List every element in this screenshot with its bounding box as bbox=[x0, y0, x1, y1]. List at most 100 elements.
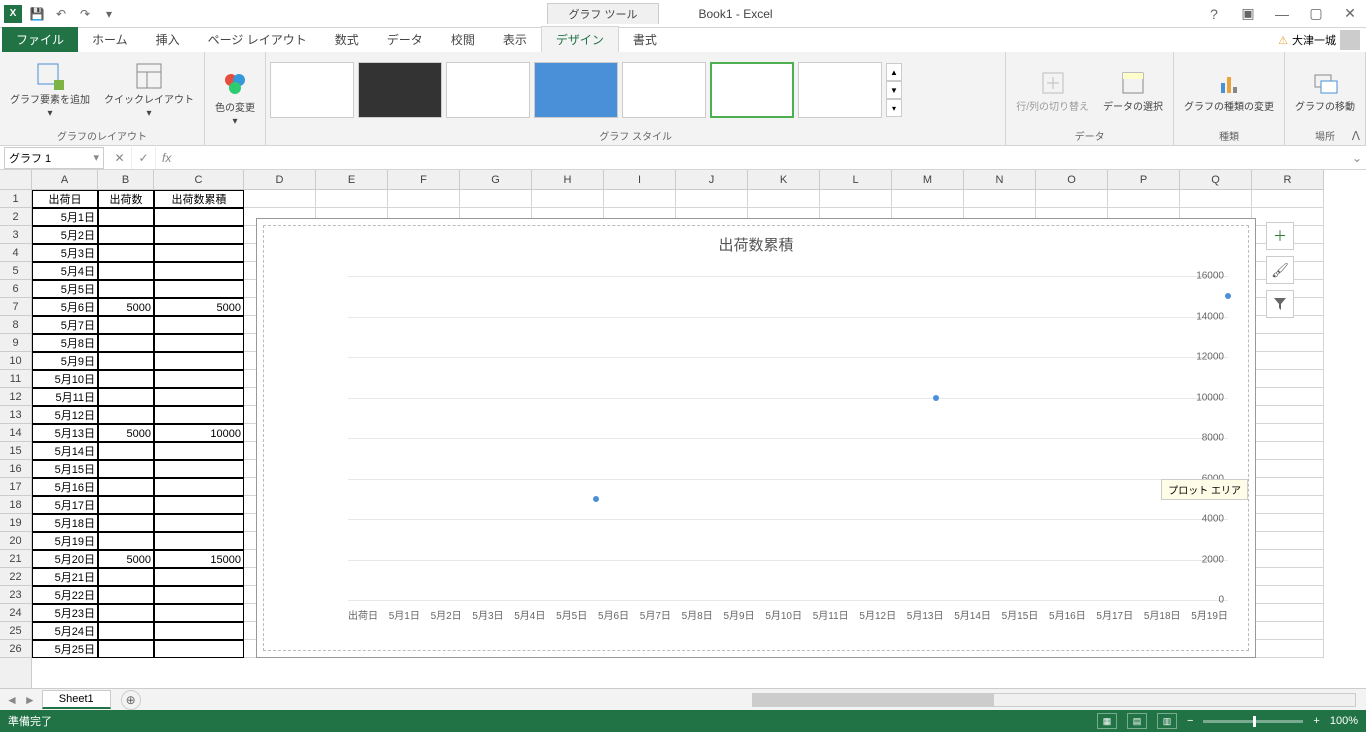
row-header-19[interactable]: 19 bbox=[0, 514, 31, 532]
minimize-icon[interactable]: — bbox=[1270, 2, 1294, 26]
cell[interactable] bbox=[154, 532, 244, 550]
sheet-nav-prev-icon[interactable]: ◄ bbox=[6, 693, 18, 707]
cell[interactable] bbox=[154, 280, 244, 298]
cell[interactable]: 10000 bbox=[154, 424, 244, 442]
cell[interactable] bbox=[154, 388, 244, 406]
cell[interactable]: 出荷数 bbox=[98, 190, 154, 208]
cell[interactable] bbox=[1252, 388, 1324, 406]
row-header-15[interactable]: 15 bbox=[0, 442, 31, 460]
row-header-5[interactable]: 5 bbox=[0, 262, 31, 280]
chart-plot-area[interactable]: プロット エリア 0200040006000800010000120001400… bbox=[304, 276, 1228, 600]
quick-layout-button[interactable]: クイックレイアウト▾ bbox=[98, 58, 200, 122]
col-header-D[interactable]: D bbox=[244, 170, 316, 190]
col-header-N[interactable]: N bbox=[964, 170, 1036, 190]
select-all-corner[interactable] bbox=[0, 170, 32, 190]
cell[interactable] bbox=[154, 352, 244, 370]
row-header-17[interactable]: 17 bbox=[0, 478, 31, 496]
name-box[interactable]: グラフ 1▾ bbox=[4, 147, 104, 169]
cell[interactable] bbox=[154, 406, 244, 424]
cell[interactable] bbox=[1252, 532, 1324, 550]
tab-page-layout[interactable]: ページ レイアウト bbox=[194, 27, 321, 52]
row-header-24[interactable]: 24 bbox=[0, 604, 31, 622]
cell[interactable] bbox=[388, 190, 460, 208]
cell[interactable]: 5月7日 bbox=[32, 316, 98, 334]
cell[interactable]: 5月24日 bbox=[32, 622, 98, 640]
cell[interactable] bbox=[1252, 316, 1324, 334]
cell[interactable] bbox=[1252, 190, 1324, 208]
row-header-3[interactable]: 3 bbox=[0, 226, 31, 244]
add-chart-element-button[interactable]: グラフ要素を追加▾ bbox=[4, 58, 96, 122]
row-header-20[interactable]: 20 bbox=[0, 532, 31, 550]
col-header-F[interactable]: F bbox=[388, 170, 460, 190]
redo-icon[interactable]: ↷ bbox=[76, 5, 94, 23]
row-headers[interactable]: 1234567891011121314151617181920212223242… bbox=[0, 190, 32, 688]
row-header-7[interactable]: 7 bbox=[0, 298, 31, 316]
chart-style-7[interactable] bbox=[798, 62, 882, 118]
normal-view-icon[interactable]: ▦ bbox=[1097, 713, 1117, 729]
col-header-R[interactable]: R bbox=[1252, 170, 1324, 190]
chart-object[interactable]: 出荷数累積 プロット エリア 0200040006000800010000120… bbox=[256, 218, 1256, 658]
tab-review[interactable]: 校閲 bbox=[437, 27, 489, 52]
cell[interactable]: 5月14日 bbox=[32, 442, 98, 460]
tab-home[interactable]: ホーム bbox=[78, 27, 142, 52]
tab-formulas[interactable]: 数式 bbox=[321, 27, 373, 52]
col-header-Q[interactable]: Q bbox=[1180, 170, 1252, 190]
row-header-22[interactable]: 22 bbox=[0, 568, 31, 586]
cell[interactable]: 5月22日 bbox=[32, 586, 98, 604]
collapse-ribbon-icon[interactable]: ᐱ bbox=[1352, 129, 1360, 143]
cell[interactable]: 5000 bbox=[154, 298, 244, 316]
chart-style-2[interactable] bbox=[358, 62, 442, 118]
data-point[interactable] bbox=[933, 395, 939, 401]
cell[interactable] bbox=[820, 190, 892, 208]
cell[interactable] bbox=[154, 334, 244, 352]
cell[interactable]: 5月23日 bbox=[32, 604, 98, 622]
tab-insert[interactable]: 挿入 bbox=[142, 27, 194, 52]
cell[interactable] bbox=[98, 604, 154, 622]
cell[interactable]: 5000 bbox=[98, 424, 154, 442]
cell[interactable] bbox=[154, 316, 244, 334]
row-header-16[interactable]: 16 bbox=[0, 460, 31, 478]
col-header-H[interactable]: H bbox=[532, 170, 604, 190]
qat-dropdown-icon[interactable]: ▾ bbox=[100, 5, 118, 23]
cancel-formula-icon[interactable]: ✕ bbox=[108, 147, 132, 169]
cell[interactable] bbox=[98, 316, 154, 334]
cell[interactable] bbox=[98, 568, 154, 586]
cell[interactable]: 5月20日 bbox=[32, 550, 98, 568]
cell[interactable]: 5月2日 bbox=[32, 226, 98, 244]
cell[interactable] bbox=[1252, 496, 1324, 514]
cell[interactable]: 5月4日 bbox=[32, 262, 98, 280]
sheet-nav-next-icon[interactable]: ► bbox=[24, 693, 36, 707]
col-header-O[interactable]: O bbox=[1036, 170, 1108, 190]
cell[interactable] bbox=[964, 190, 1036, 208]
cell[interactable] bbox=[244, 190, 316, 208]
col-header-L[interactable]: L bbox=[820, 170, 892, 190]
cell[interactable]: 5月12日 bbox=[32, 406, 98, 424]
col-header-I[interactable]: I bbox=[604, 170, 676, 190]
help-icon[interactable]: ? bbox=[1202, 2, 1226, 26]
formula-input[interactable] bbox=[177, 147, 1348, 169]
data-point[interactable] bbox=[1225, 293, 1231, 299]
gallery-up-icon[interactable]: ▲ bbox=[886, 63, 902, 81]
sheet-tab-sheet1[interactable]: Sheet1 bbox=[42, 690, 111, 709]
cell[interactable] bbox=[1252, 604, 1324, 622]
row-header-18[interactable]: 18 bbox=[0, 496, 31, 514]
cell[interactable] bbox=[98, 226, 154, 244]
row-header-11[interactable]: 11 bbox=[0, 370, 31, 388]
cell[interactable] bbox=[98, 442, 154, 460]
cell[interactable] bbox=[1036, 190, 1108, 208]
cell[interactable] bbox=[98, 388, 154, 406]
cell[interactable] bbox=[1252, 550, 1324, 568]
accept-formula-icon[interactable]: ✓ bbox=[132, 147, 156, 169]
cell[interactable] bbox=[98, 370, 154, 388]
undo-icon[interactable]: ↶ bbox=[52, 5, 70, 23]
cell[interactable] bbox=[1252, 370, 1324, 388]
chart-elements-button[interactable]: ＋ bbox=[1266, 222, 1294, 250]
cell[interactable] bbox=[98, 496, 154, 514]
cell[interactable]: 5月15日 bbox=[32, 460, 98, 478]
cell[interactable] bbox=[154, 514, 244, 532]
page-break-view-icon[interactable]: ▥ bbox=[1157, 713, 1177, 729]
cell[interactable] bbox=[460, 190, 532, 208]
cell[interactable]: 5月1日 bbox=[32, 208, 98, 226]
col-header-G[interactable]: G bbox=[460, 170, 532, 190]
cell[interactable] bbox=[154, 496, 244, 514]
